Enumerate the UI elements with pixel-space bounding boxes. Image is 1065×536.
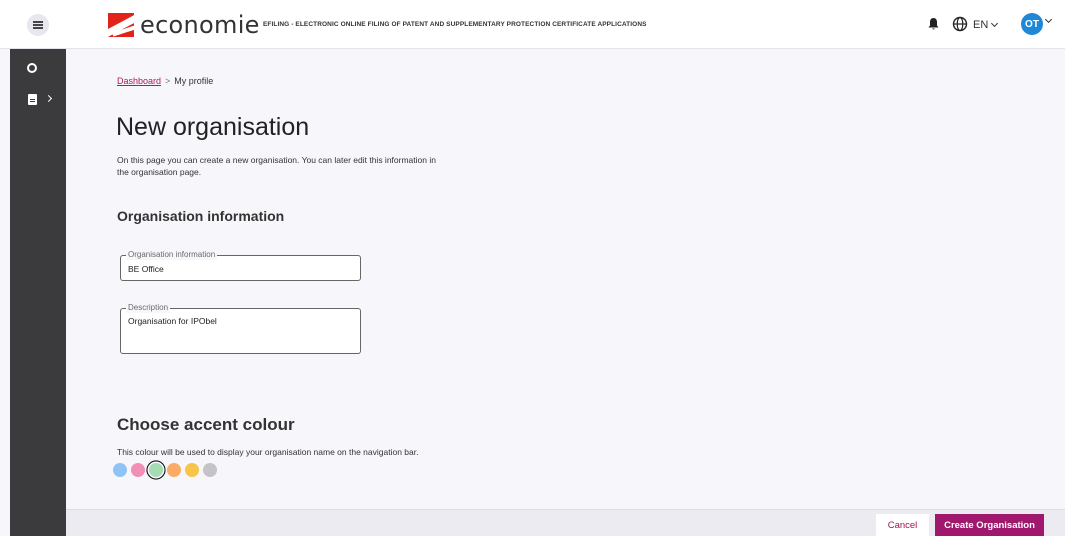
organisation-name-value[interactable]: BE Office — [128, 264, 164, 274]
document-icon[interactable] — [28, 94, 37, 105]
breadcrumb-current: My profile — [174, 76, 214, 86]
breadcrumb-separator: > — [165, 76, 171, 86]
economie-logo[interactable]: economie — [108, 11, 260, 39]
chevron-right-icon[interactable] — [44, 94, 53, 103]
language-label: EN — [973, 19, 989, 31]
app-title: EFILING - ELECTRONIC ONLINE FILING OF PA… — [263, 21, 647, 28]
breadcrumb-dashboard-link[interactable]: Dashboard — [117, 76, 161, 86]
avatar[interactable]: OT — [1021, 13, 1043, 35]
ring-icon[interactable] — [27, 63, 37, 73]
hamburger-menu-icon — [33, 21, 43, 29]
swatch-grey[interactable] — [203, 463, 217, 477]
hamburger-menu-button[interactable] — [27, 14, 49, 36]
intro-text: On this page you can create a new organi… — [117, 155, 436, 177]
organisation-name-label: Organisation information — [126, 250, 218, 260]
description-field[interactable]: Description Organisation for IPObel — [120, 303, 361, 354]
avatar-chevron-down-icon[interactable] — [1044, 15, 1053, 24]
page-title: New organisation — [116, 113, 310, 141]
swatch-pink[interactable] — [131, 463, 145, 477]
swatch-blue[interactable] — [113, 463, 127, 477]
language-selector[interactable]: EN — [973, 19, 999, 31]
create-organisation-button[interactable]: Create Organisation — [935, 514, 1044, 536]
economie-logo-mark — [108, 13, 134, 37]
swatch-green[interactable] — [149, 463, 163, 477]
description-label: Description — [126, 303, 171, 313]
breadcrumb: Dashboard > My profile — [117, 76, 213, 86]
cancel-button[interactable]: Cancel — [876, 514, 929, 536]
top-header: economie EFILING - ELECTRONIC ONLINE FIL… — [0, 0, 1065, 49]
globe-icon[interactable] — [952, 16, 968, 32]
logo-text: economie — [140, 11, 260, 39]
accent-colour-swatches — [113, 463, 217, 477]
accent-colour-description: This colour will be used to display your… — [117, 447, 419, 457]
section-title: Organisation information — [117, 208, 285, 224]
swatch-orange[interactable] — [167, 463, 181, 477]
organisation-name-field[interactable]: Organisation information BE Office — [120, 250, 361, 281]
chevron-down-icon — [991, 19, 999, 28]
swatch-yellow[interactable] — [185, 463, 199, 477]
bell-icon[interactable] — [927, 17, 940, 31]
sidebar-rail — [10, 49, 66, 536]
accent-colour-title: Choose accent colour — [117, 415, 295, 434]
description-value[interactable]: Organisation for IPObel — [128, 316, 217, 326]
